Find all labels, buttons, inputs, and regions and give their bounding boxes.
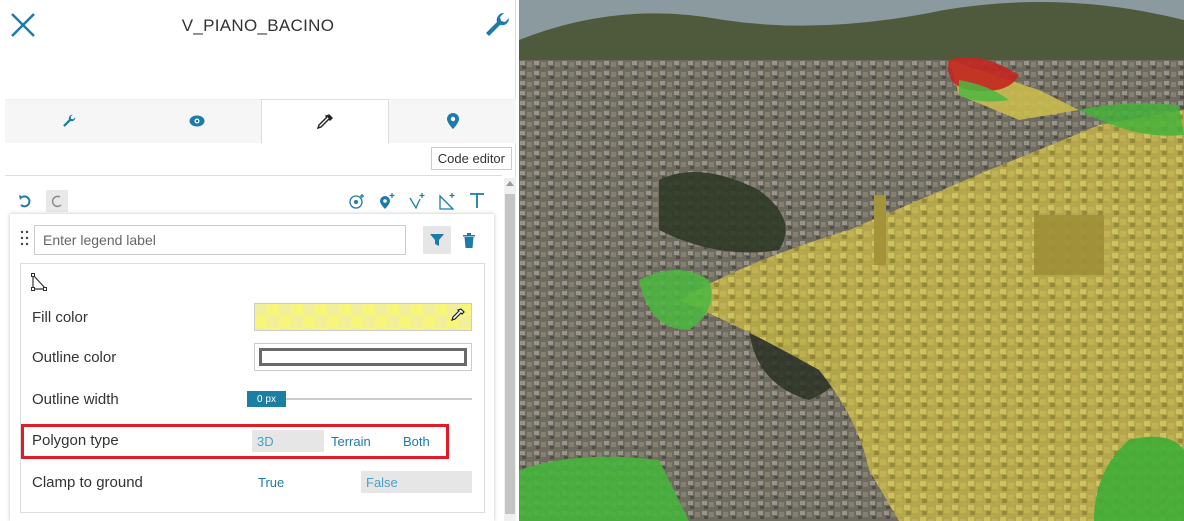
undo-button[interactable] bbox=[14, 190, 36, 212]
history-toolbar bbox=[14, 190, 68, 212]
outline-color-picker[interactable] bbox=[254, 343, 472, 371]
eye-icon bbox=[189, 115, 205, 127]
outline-width-slider-handle[interactable]: 0 px bbox=[247, 391, 286, 407]
add-pin-icon bbox=[380, 193, 395, 209]
map-3d-view[interactable] bbox=[519, 0, 1184, 521]
delete-button[interactable] bbox=[459, 228, 479, 252]
eyedropper-icon bbox=[316, 113, 333, 129]
add-pin-button[interactable] bbox=[376, 190, 398, 212]
fill-color-picker[interactable] bbox=[254, 303, 472, 331]
add-text-button[interactable] bbox=[466, 190, 488, 212]
outline-width-slider-track[interactable] bbox=[256, 398, 472, 400]
draw-toolbar bbox=[346, 190, 488, 212]
tab-visibility[interactable] bbox=[133, 99, 261, 143]
divider bbox=[5, 175, 502, 176]
layer-style-panel: V_PIANO_BACINO Code editor Enter legend … bbox=[0, 0, 516, 521]
scrollbar-thumb[interactable] bbox=[505, 194, 515, 514]
scroll-up-arrow[interactable] bbox=[506, 181, 514, 186]
clamp-true[interactable]: True bbox=[258, 471, 284, 493]
drag-handle-icon[interactable] bbox=[20, 230, 30, 248]
map-pin-icon bbox=[447, 113, 459, 129]
fill-color-label: Fill color bbox=[32, 309, 88, 326]
tab-bar bbox=[5, 99, 517, 144]
wrench-icon bbox=[63, 114, 76, 127]
code-editor-button[interactable]: Code editor bbox=[430, 147, 512, 170]
add-polygon-button[interactable] bbox=[436, 190, 458, 212]
tab-settings[interactable] bbox=[5, 99, 133, 143]
clamp-to-ground-label: Clamp to ground bbox=[32, 474, 143, 491]
app-root: V_PIANO_BACINO Code editor Enter legend … bbox=[0, 0, 1184, 521]
legend-label-input[interactable] bbox=[34, 225, 406, 255]
add-text-icon bbox=[470, 193, 484, 208]
redo-icon bbox=[51, 195, 62, 208]
map-scene bbox=[519, 0, 1184, 521]
clamp-false[interactable]: False bbox=[361, 471, 472, 493]
add-point-button[interactable] bbox=[346, 190, 368, 212]
outline-color-label: Outline color bbox=[32, 349, 117, 366]
trash-icon bbox=[463, 232, 475, 248]
filter-icon bbox=[430, 234, 444, 246]
undo-icon bbox=[19, 195, 31, 208]
filter-button[interactable] bbox=[423, 226, 451, 254]
wrench-icon[interactable] bbox=[482, 10, 512, 40]
tab-location[interactable] bbox=[389, 99, 517, 143]
outline-color-swatch bbox=[259, 348, 467, 366]
outline-width-label: Outline width bbox=[32, 391, 119, 408]
highlight-box bbox=[21, 424, 449, 459]
add-line-button[interactable] bbox=[406, 190, 428, 212]
panel-title: V_PIANO_BACINO bbox=[181, 16, 335, 35]
polygon-icon bbox=[31, 273, 47, 291]
add-line-icon bbox=[409, 193, 425, 210]
redo-button[interactable] bbox=[46, 190, 68, 212]
fill-color-swatch bbox=[255, 304, 471, 330]
add-point-icon bbox=[349, 194, 364, 209]
tab-style[interactable] bbox=[261, 99, 389, 144]
add-polygon-icon bbox=[439, 193, 455, 210]
